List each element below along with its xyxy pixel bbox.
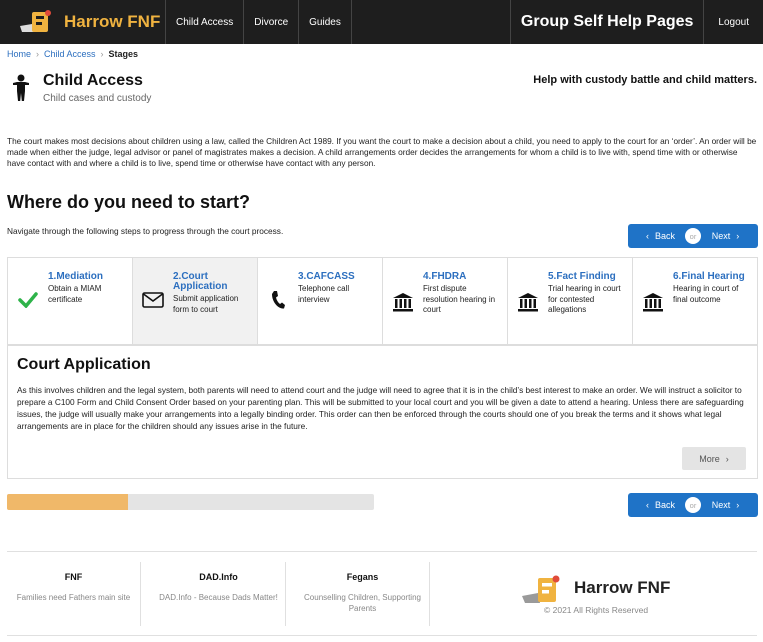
- breadcrumb-separator-icon: ›: [100, 49, 104, 59]
- next-label: Next: [711, 231, 731, 241]
- chevron-left-icon: ‹: [645, 500, 649, 510]
- envelope-icon: [133, 272, 173, 344]
- courthouse-icon: [508, 272, 548, 344]
- step-fact-finding[interactable]: 5.Fact Finding Trial hearing in court fo…: [508, 258, 633, 344]
- footer-divider: [7, 551, 757, 552]
- footer-link-description: Counselling Children, Supporting Parents: [304, 593, 421, 613]
- nav-child-access[interactable]: Child Access: [165, 0, 243, 44]
- chevron-right-icon: ›: [736, 231, 740, 241]
- fnf-logo-icon: [18, 8, 54, 36]
- step-title: 4.FHDRA: [423, 271, 467, 282]
- step-description: Submit application form to court: [173, 294, 239, 314]
- footer-link-description: DAD.Info - Because Dads Matter!: [159, 593, 278, 602]
- or-divider: or: [685, 228, 701, 244]
- breadcrumb: Home › Child Access › Stages: [7, 49, 138, 59]
- page-title: Child Access: [43, 72, 143, 89]
- phone-icon: [258, 272, 298, 344]
- footer-brand-name: Harrow FNF: [574, 578, 671, 597]
- page-subtitle: Child cases and custody: [43, 93, 152, 104]
- progress-bar: [7, 494, 374, 510]
- step-title: 6.Final Hearing: [673, 271, 745, 282]
- fnf-logo-icon: [520, 574, 564, 606]
- or-divider: or: [685, 497, 701, 513]
- footer-link-dad-info[interactable]: DAD.Info DAD.Info - Because Dads Matter!: [152, 562, 286, 626]
- footer-brand: Harrow FNF © 2021 All Rights Reserved: [520, 572, 720, 622]
- section-heading: Where do you need to start?: [7, 192, 251, 212]
- back-button[interactable]: ‹ Back: [628, 493, 693, 517]
- chevron-right-icon: ›: [725, 453, 729, 464]
- step-title: 1.Mediation: [48, 271, 104, 282]
- step-detail-panel: Court Application As this involves child…: [7, 345, 758, 479]
- breadcrumb-current: Stages: [108, 49, 139, 59]
- progress-fill: [7, 494, 129, 510]
- brand-link[interactable]: Harrow FNF: [0, 0, 165, 44]
- brand-name: Harrow FNF: [64, 12, 161, 31]
- footer-link-title: Fegans: [346, 572, 379, 582]
- nav-divorce[interactable]: Divorce: [243, 0, 298, 44]
- footer-link-description: Families need Fathers main site: [16, 593, 131, 602]
- footer-link-fegans[interactable]: Fegans Counselling Children, Supporting …: [296, 562, 430, 626]
- footer-bottom-divider: [7, 635, 757, 636]
- step-title: 3.CAFCASS: [298, 271, 355, 282]
- back-button[interactable]: ‹ Back: [628, 224, 693, 248]
- next-label: Next: [711, 500, 731, 510]
- nav-guides[interactable]: Guides: [298, 0, 352, 44]
- footer-link-title: DAD.Info: [199, 572, 238, 582]
- intro-text: The court makes most decisions about chi…: [7, 136, 757, 168]
- copyright: © 2021 All Rights Reserved: [544, 605, 649, 615]
- steps-bar: 1.Mediation Obtain a MIAM certificate 2.…: [7, 257, 758, 345]
- breadcrumb-child-access[interactable]: Child Access: [44, 49, 96, 59]
- step-description: Telephone call interview: [298, 284, 350, 304]
- breadcrumb-separator-icon: ›: [36, 49, 40, 59]
- back-label: Back: [654, 231, 675, 241]
- step-cafcass[interactable]: 3.CAFCASS Telephone call interview: [258, 258, 383, 344]
- step-mediation[interactable]: 1.Mediation Obtain a MIAM certificate: [8, 258, 133, 344]
- courthouse-icon: [633, 272, 673, 344]
- panel-body: As this involves children and the legal …: [17, 385, 744, 431]
- step-final-hearing[interactable]: 6.Final Hearing Hearing in court of fina…: [633, 258, 757, 344]
- more-button[interactable]: More ›: [682, 447, 746, 470]
- site-title: Group Self Help Pages: [509, 0, 703, 44]
- bottom-pager: ‹ Back Next › or: [628, 493, 758, 517]
- breadcrumb-home[interactable]: Home: [7, 49, 31, 59]
- panel-title: Court Application: [17, 356, 151, 373]
- top-pager: ‹ Back Next › or: [628, 224, 758, 248]
- next-button[interactable]: Next ›: [693, 493, 758, 517]
- step-fhdra[interactable]: 4.FHDRA First dispute resolution hearing…: [383, 258, 508, 344]
- more-label: More: [699, 453, 720, 464]
- step-court-application[interactable]: 2.Court Application Submit application f…: [133, 258, 258, 344]
- step-description: Trial hearing in court for contested all…: [548, 284, 621, 314]
- footer-link-title: FNF: [64, 572, 83, 582]
- page-header: Child Access Child cases and custody Hel…: [7, 70, 757, 110]
- courthouse-icon: [383, 272, 423, 344]
- navigation-instructions: Navigate through the following steps to …: [7, 226, 284, 236]
- page-tagline: Help with custody battle and child matte…: [533, 74, 757, 86]
- person-icon: [11, 74, 31, 102]
- chevron-left-icon: ‹: [645, 231, 649, 241]
- next-button[interactable]: Next ›: [693, 224, 758, 248]
- chevron-right-icon: ›: [736, 500, 740, 510]
- step-description: First dispute resolution hearing in cour…: [423, 284, 496, 314]
- step-title: 5.Fact Finding: [548, 271, 616, 282]
- top-navbar: Harrow FNF Child Access Divorce Guides G…: [0, 0, 763, 44]
- footer-link-fnf[interactable]: FNF Families need Fathers main site: [7, 562, 141, 626]
- logout-link[interactable]: Logout: [703, 0, 763, 44]
- step-description: Hearing in court of final outcome: [673, 284, 739, 304]
- step-description: Obtain a MIAM certificate: [48, 284, 102, 304]
- checkmark-icon: [8, 272, 48, 344]
- back-label: Back: [654, 500, 675, 510]
- step-title: 2.Court Application: [173, 271, 228, 292]
